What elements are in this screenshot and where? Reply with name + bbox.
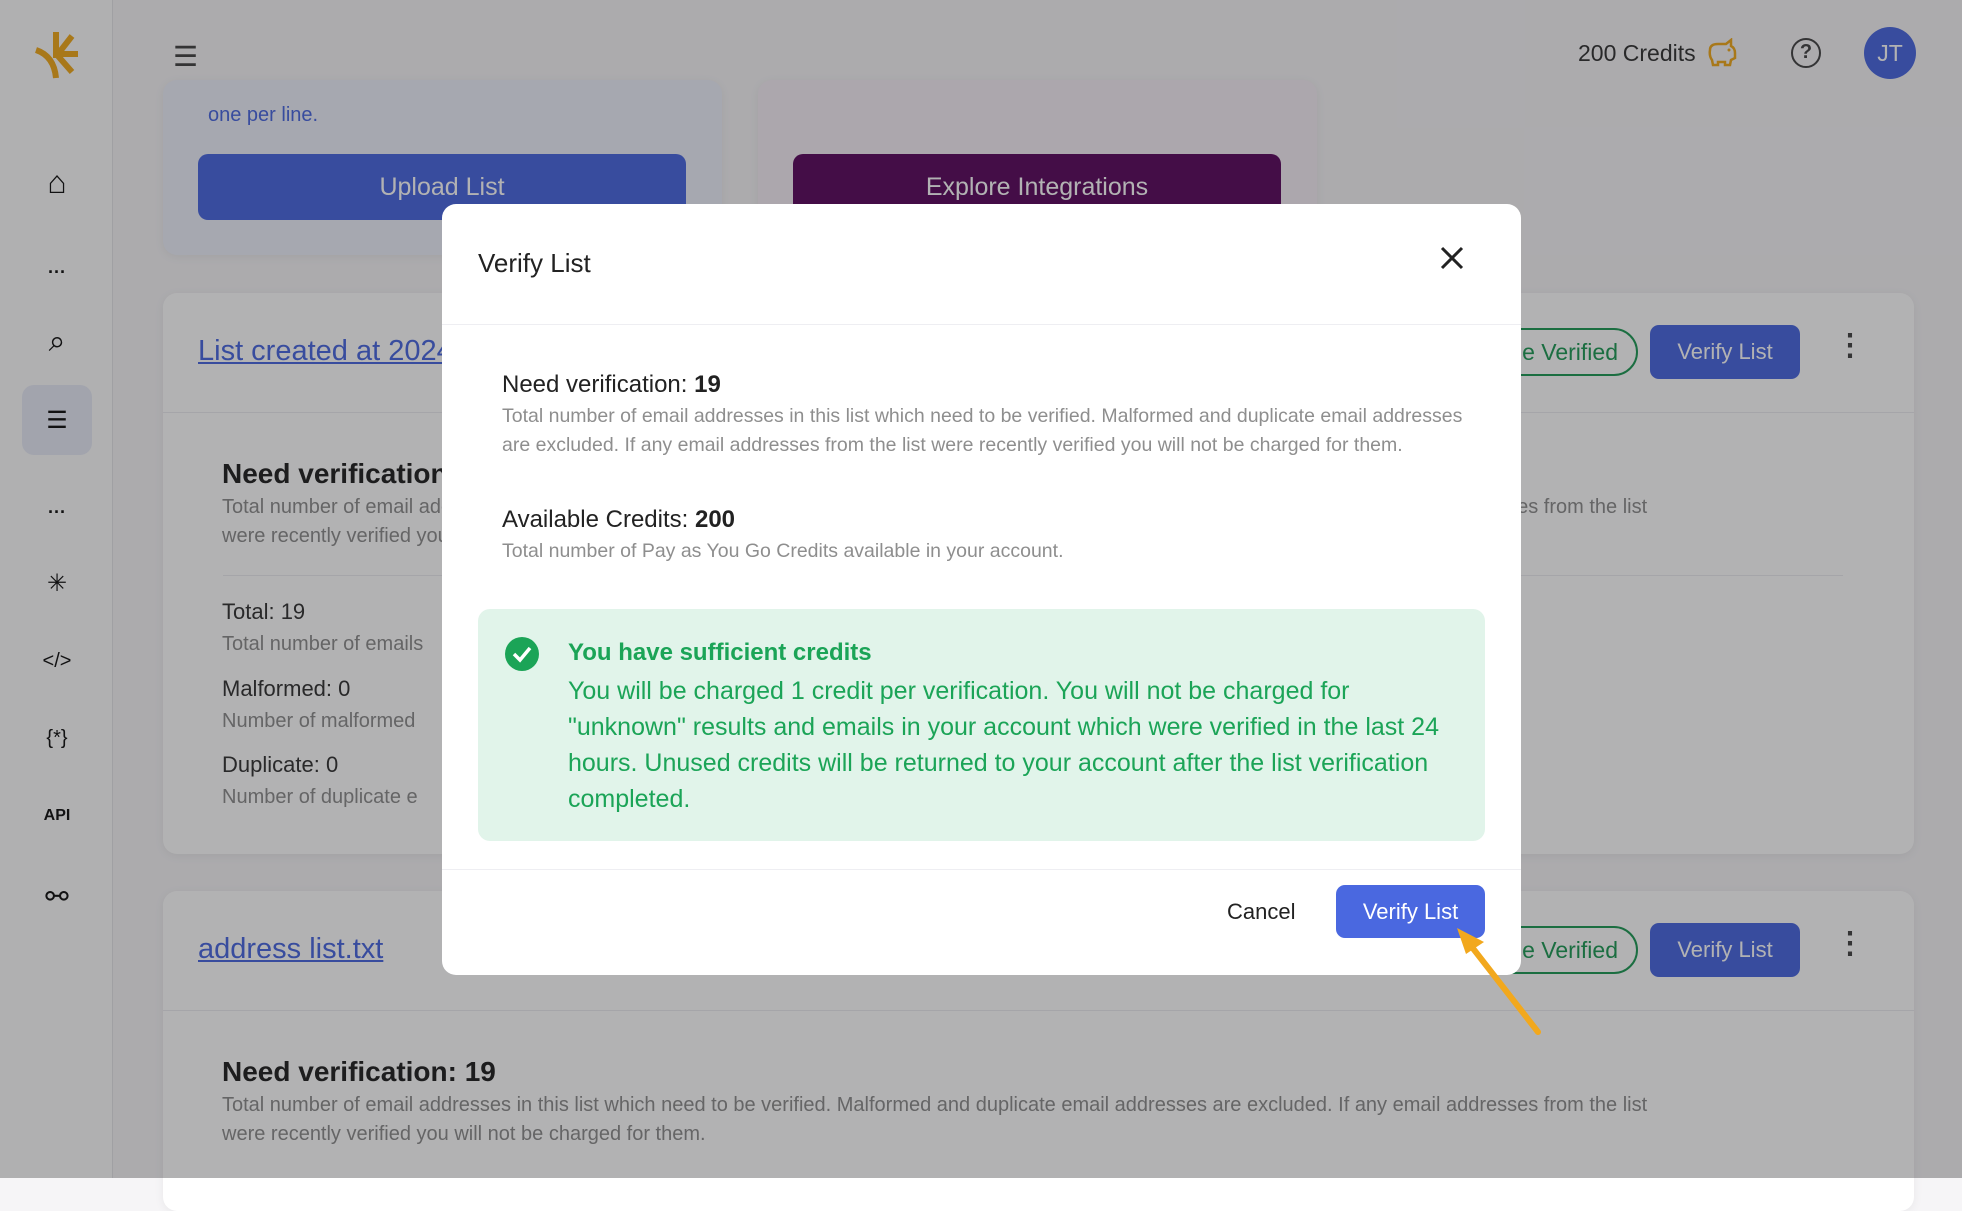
sufficient-credits-alert: You have sufficient credits You will be … xyxy=(478,609,1485,841)
available-credits-desc: Total number of Pay as You Go Credits av… xyxy=(502,540,1064,562)
need-verification-label: Need verification: 19 xyxy=(502,371,721,398)
need-verification-desc: Total number of email addresses in this … xyxy=(502,405,1463,456)
divider xyxy=(442,869,1521,870)
pointer-arrow-icon xyxy=(1457,928,1541,1035)
close-icon[interactable] xyxy=(1434,240,1470,276)
alert-title: You have sufficient credits xyxy=(568,639,872,666)
alert-body: You will be charged 1 credit per verific… xyxy=(568,677,1439,813)
verify-list-dialog: Verify List Need verification: 19 Total … xyxy=(442,204,1521,975)
divider xyxy=(442,324,1521,325)
check-circle-icon xyxy=(504,636,540,677)
cancel-button[interactable]: Cancel xyxy=(1227,899,1295,925)
dialog-title: Verify List xyxy=(478,248,591,278)
available-credits-label: Available Credits: 200 xyxy=(502,506,736,533)
